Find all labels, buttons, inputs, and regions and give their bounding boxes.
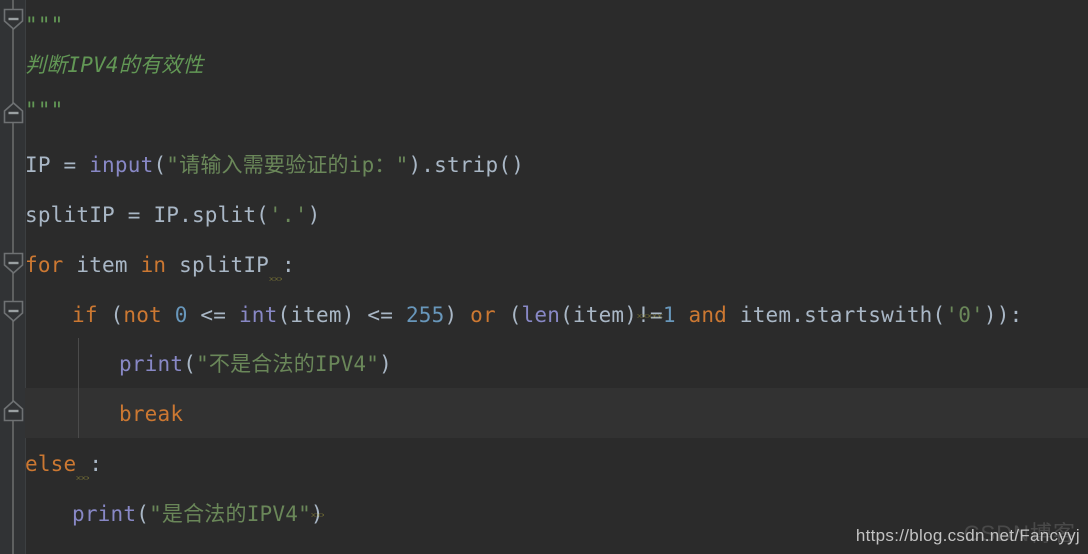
code-token: )	[379, 352, 392, 376]
indent-guide-if-body	[78, 338, 79, 438]
code-token: (item) <=	[277, 303, 406, 327]
code-token: """	[25, 13, 64, 37]
code-token: "不是合法的IPV4"	[196, 352, 380, 376]
code-token: (	[110, 303, 124, 327]
code-token: or	[470, 303, 509, 327]
code-token: (	[183, 352, 197, 376]
code-token: )	[444, 303, 471, 327]
code-line-if-condition[interactable]: if (not 0 <= int(item) <= 255) or (len(i…	[72, 290, 1022, 340]
code-token: if	[72, 303, 111, 327]
code-token: else	[25, 452, 77, 476]
fold-marker-if-block-glyph	[3, 300, 24, 322]
blog-url-watermark: https://blog.csdn.net/Fancyyj	[855, 526, 1080, 545]
code-line-print-invalid[interactable]: print("不是合法的IPV4")	[119, 339, 392, 389]
fold-marker-for-block-glyph	[3, 252, 24, 274]
code-token: =	[63, 153, 90, 177]
code-token: )):	[983, 303, 1023, 327]
fold-marker-for-block[interactable]	[3, 252, 24, 274]
code-token: and	[688, 303, 740, 327]
code-token: """	[25, 98, 64, 122]
code-token: splitIP	[25, 203, 128, 227]
code-token: :	[89, 452, 103, 476]
editor-screenshot: """ 判断IPV4的有效性 """ IP = input("请输入需要验证的ip："…	[0, 0, 1088, 554]
editor-text-area[interactable]: """ 判断IPV4的有效性 """ IP = input("请输入需要验证的ip："…	[25, 0, 1088, 554]
code-token: "是合法的IPV4"	[149, 502, 311, 526]
code-line-docstring-close[interactable]: """	[25, 85, 64, 135]
warning-squiggle	[76, 439, 90, 489]
code-token: in	[140, 253, 180, 277]
code-token: item	[76, 253, 141, 277]
fold-region-line	[12, 0, 14, 554]
code-token: print	[72, 502, 137, 526]
code-token: (item)	[560, 303, 638, 327]
code-token: (	[508, 303, 522, 327]
code-line-for[interactable]: for item in splitIP :	[25, 240, 295, 290]
fold-marker-if-block[interactable]	[3, 300, 24, 322]
code-line-break[interactable]: break	[119, 389, 183, 439]
code-line-ip-input[interactable]: IP = input("请输入需要验证的ip：").strip()	[25, 140, 524, 190]
fold-marker-if-block-end-glyph	[3, 400, 24, 422]
code-token: )	[307, 203, 321, 227]
code-token: not	[123, 303, 175, 327]
fold-marker-docstring-start-glyph	[3, 8, 24, 30]
code-folding-gutter[interactable]	[0, 0, 25, 554]
fold-marker-docstring-start[interactable]	[3, 8, 24, 30]
code-token: len	[521, 303, 561, 327]
fold-marker-if-block-end[interactable]	[3, 400, 24, 422]
code-token: (	[136, 502, 150, 526]
code-line-print-valid[interactable]: print("是合法的IPV4")	[72, 489, 324, 539]
code-token: IP.split(	[153, 203, 270, 227]
warning-squiggle	[269, 240, 283, 290]
warning-squiggle: !=	[637, 303, 663, 327]
code-line-docstring-text[interactable]: 判断IPV4的有效性	[25, 40, 204, 90]
code-token: input	[89, 153, 154, 177]
code-token: int	[238, 303, 278, 327]
code-token: <=	[187, 303, 239, 327]
code-token: =	[127, 203, 154, 227]
code-token: break	[119, 402, 184, 426]
fold-marker-docstring-end[interactable]	[3, 102, 24, 124]
code-token: '0'	[945, 303, 984, 327]
code-token: 1	[662, 303, 676, 327]
fold-marker-docstring-end-glyph	[3, 102, 24, 124]
code-token: 255	[405, 303, 445, 327]
code-token: IP	[25, 153, 64, 177]
code-line-else[interactable]: else :	[25, 439, 102, 489]
code-token: item.startswith(	[739, 303, 946, 327]
code-line-splitip[interactable]: splitIP = IP.split('.')	[25, 190, 320, 240]
code-token: (	[153, 153, 167, 177]
warning-squiggle: )	[310, 502, 324, 526]
current-line-highlight	[25, 388, 1088, 438]
code-token: '.'	[269, 203, 308, 227]
code-token: :	[282, 253, 295, 277]
code-token: ).strip()	[408, 153, 525, 177]
code-token: print	[119, 352, 184, 376]
code-token: for	[25, 253, 77, 277]
code-token: 判断IPV4的有效性	[25, 53, 204, 77]
code-token: 0	[174, 303, 188, 327]
code-token: "请输入需要验证的ip："	[166, 153, 409, 177]
code-token: splitIP	[179, 253, 270, 277]
